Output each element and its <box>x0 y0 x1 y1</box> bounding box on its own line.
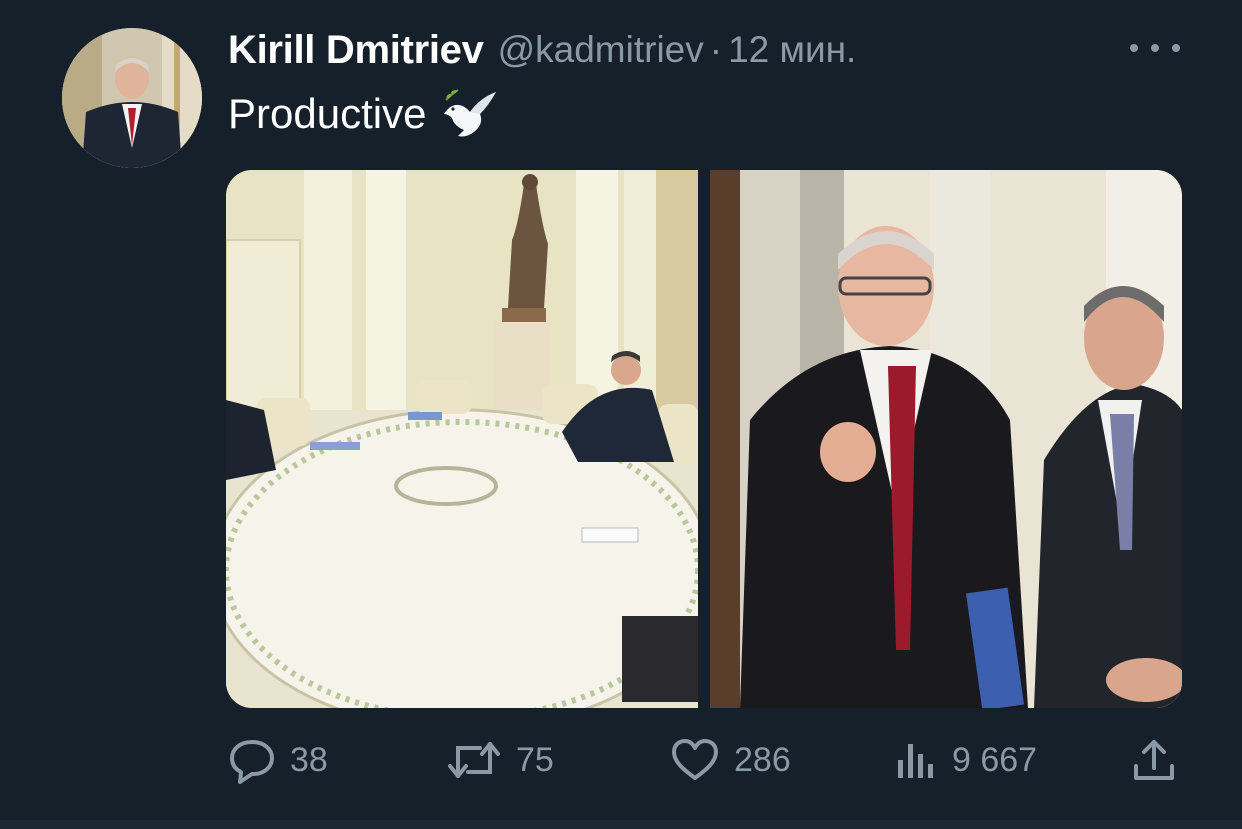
dove-icon <box>444 89 497 137</box>
share-button[interactable] <box>1130 728 1178 792</box>
like-count: 286 <box>734 740 791 779</box>
tweet-text: Productive <box>228 84 500 144</box>
views-count: 9 667 <box>952 740 1038 779</box>
tweet[interactable]: Kirill Dmitriev @kadmitriev · 12 мин. Pr… <box>0 0 1242 829</box>
like-button[interactable]: 286 <box>670 728 791 792</box>
photo-meeting-table[interactable] <box>226 170 698 708</box>
action-bar: 38 75 286 9 667 <box>0 728 1242 792</box>
views-button[interactable]: 9 667 <box>894 728 1037 792</box>
separator: · <box>709 29 723 70</box>
media-grid[interactable] <box>226 170 1182 708</box>
views-icon <box>898 744 933 778</box>
share-icon <box>1134 740 1174 780</box>
reply-count: 38 <box>290 740 328 779</box>
author-display-name[interactable]: Kirill Dmitriev <box>228 28 484 73</box>
retweet-icon <box>448 742 500 778</box>
more-icon[interactable] <box>1130 36 1180 60</box>
timestamp[interactable]: 12 мин. <box>728 29 856 71</box>
photo-two-men[interactable] <box>710 170 1182 708</box>
retweet-button[interactable]: 75 <box>446 728 554 792</box>
reply-icon <box>230 740 274 784</box>
tweet-text-content: Productive <box>228 90 427 137</box>
author-handle[interactable]: @kadmitriev <box>498 29 704 71</box>
divider <box>0 820 1242 829</box>
tweet-header: Kirill Dmitriev @kadmitriev · 12 мин. <box>228 26 856 74</box>
avatar[interactable] <box>62 28 202 168</box>
like-icon <box>672 739 718 780</box>
reply-button[interactable]: 38 <box>228 728 328 792</box>
retweet-count: 75 <box>516 740 554 779</box>
